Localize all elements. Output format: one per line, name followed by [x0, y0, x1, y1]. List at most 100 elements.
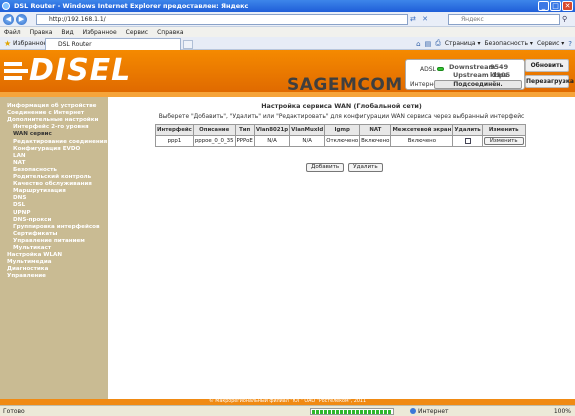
router-page: DISEL SAGEMCOM ADSL Downstream 9549 kbps…	[0, 50, 575, 405]
loading-progress	[310, 408, 394, 415]
delete-button[interactable]: Удалить	[348, 163, 383, 172]
column-header: Igmp	[324, 124, 361, 136]
column-header: Удалить	[452, 124, 483, 136]
minimize-button[interactable]: _	[538, 1, 549, 11]
cell-igmp: Отключено	[324, 135, 361, 147]
tab-dsl-router[interactable]: DSL Router	[45, 38, 181, 50]
ie-icon	[2, 2, 10, 10]
sidebar-item[interactable]: Управление	[7, 273, 46, 279]
sidebar: Информация об устройстве Соединение с Инт…	[0, 97, 108, 399]
sidebar-item[interactable]: DNS-прокси	[13, 217, 51, 223]
sidebar-item[interactable]: Управление питанием	[13, 238, 85, 244]
column-header: VlanMuxId	[289, 124, 326, 136]
forward-arrow-icon[interactable]: ▶	[16, 14, 27, 25]
sidebar-item[interactable]: Информация об устройстве	[7, 103, 96, 109]
menu-help[interactable]: Справка	[157, 29, 183, 36]
status-bar: Готово Интернет 100%	[0, 405, 575, 416]
menu-tools[interactable]: Сервис	[126, 29, 148, 36]
sidebar-item[interactable]: Соединение с Интернет	[7, 110, 84, 116]
cell-vlanmuxid: N/A	[289, 135, 326, 147]
sidebar-item[interactable]: Качество обслуживания	[13, 181, 92, 187]
adsl-label: ADSL	[420, 66, 436, 73]
sidebar-item[interactable]: WAN сервис	[13, 131, 52, 137]
page-title: Настройка сервиса WAN (Глобальной сети)	[261, 102, 422, 110]
feeds-icon[interactable]: ▤	[425, 40, 432, 48]
window-controls: _ □ ✕	[538, 1, 573, 11]
cell-nat: Включено	[359, 135, 392, 147]
sidebar-item[interactable]: Родительский контроль	[13, 174, 91, 180]
home-icon[interactable]: ⌂	[416, 40, 420, 48]
page-menu[interactable]: Страница ▾	[445, 40, 481, 47]
column-header: Тип	[234, 124, 255, 136]
command-bar: ⌂ ▤ ⎙ Страница ▾ Безопасность ▾ Сервис ▾…	[416, 39, 572, 48]
wan-services-table: Интерфейс Описание Тип Vlan8021p VlanMux…	[155, 124, 526, 147]
cell-delete	[452, 135, 483, 147]
window-titlebar: DSL Router - Windows Internet Explorer п…	[0, 0, 575, 12]
search-icon[interactable]: ⚲	[562, 15, 571, 24]
column-header: Интерфейс	[155, 124, 194, 136]
column-header: NAT	[359, 124, 392, 136]
close-button[interactable]: ✕	[562, 1, 573, 11]
cell-description: pppoe_0_0_35	[192, 135, 236, 147]
sidebar-item[interactable]: Маршрутизация	[13, 188, 66, 194]
tools-menu[interactable]: Сервис ▾	[537, 40, 564, 47]
zoom-level[interactable]: 100%	[554, 408, 571, 415]
back-arrow-icon[interactable]: ◀	[3, 14, 14, 25]
sidebar-item[interactable]: Конфигурация EVDO	[13, 146, 80, 152]
menu-favorites[interactable]: Избранное	[83, 29, 117, 36]
add-button[interactable]: Добавить	[306, 163, 345, 172]
connection-state-button[interactable]: Подсоединён.	[434, 80, 522, 89]
logo-stripes	[4, 62, 28, 80]
refresh-stop-icons[interactable]: ⇄ ✕	[410, 15, 430, 23]
sagemcom-brand: SAGEMCOM	[287, 75, 403, 95]
sidebar-item[interactable]: Группировка интерфейсов	[13, 224, 100, 230]
status-text: Готово	[3, 408, 25, 415]
menu-file[interactable]: Файл	[4, 29, 21, 36]
menu-edit[interactable]: Правка	[30, 29, 53, 36]
favorites-button[interactable]: Избранное	[13, 40, 47, 47]
print-icon[interactable]: ⎙	[435, 39, 441, 48]
cell-interface: ppp1	[155, 135, 194, 147]
safety-menu[interactable]: Безопасность ▾	[485, 40, 533, 47]
sidebar-item[interactable]: Дополнительные настройки	[7, 117, 98, 123]
column-header: Изменить	[481, 124, 526, 136]
column-header: Описание	[192, 124, 236, 136]
new-tab-button[interactable]	[183, 40, 193, 49]
help-icon[interactable]: ?	[568, 40, 572, 48]
sidebar-item[interactable]: DNS	[13, 195, 26, 201]
main-content: Настройка сервиса WAN (Глобальной сети) …	[108, 97, 575, 399]
search-input[interactable]: Яндекс	[448, 14, 560, 25]
sidebar-item[interactable]: Сертификаты	[13, 231, 57, 237]
cell-vlan8021p: N/A	[253, 135, 291, 147]
sidebar-item[interactable]: Мультикаст	[13, 245, 51, 251]
sidebar-item[interactable]: Интерфейс 2-го уровня	[13, 124, 89, 130]
menu-bar: Файл Правка Вид Избранное Сервис Справка	[0, 27, 575, 37]
address-bar: ◀ ▶ http://192.168.1.1/ ⇄ ✕ Я Яндекс ⚲	[0, 12, 575, 27]
edit-button[interactable]: Изменить	[483, 137, 524, 145]
sidebar-item[interactable]: Мультимедиа	[7, 259, 52, 265]
star-icon[interactable]: ★	[4, 39, 11, 48]
url-input[interactable]: http://192.168.1.1/	[36, 14, 408, 25]
sidebar-item[interactable]: Безопасность	[13, 167, 57, 173]
sidebar-item[interactable]: Настройка WLAN	[7, 252, 62, 258]
sidebar-item[interactable]: Диагностика	[7, 266, 48, 272]
delete-checkbox[interactable]	[464, 137, 471, 144]
sidebar-item[interactable]: LAN	[13, 153, 26, 159]
reboot-button[interactable]: Перезагрузка	[525, 75, 574, 88]
sidebar-item[interactable]: UPNP	[13, 210, 30, 216]
cell-type: PPPoE	[234, 135, 255, 147]
column-header: Vlan8021p	[253, 124, 291, 136]
disel-logo: DISEL	[4, 56, 131, 86]
sidebar-item[interactable]: Редактирование соединения	[13, 139, 107, 145]
maximize-button[interactable]: □	[550, 1, 561, 11]
sidebar-item[interactable]: NAT	[13, 160, 25, 166]
page-description: Выберете "Добавить", "Удалить" или "Реда…	[158, 114, 525, 120]
sidebar-item[interactable]: DSL	[13, 202, 25, 208]
table-header-row: Интерфейс Описание Тип Vlan8021p VlanMux…	[155, 124, 526, 136]
upstream-label: Upstream	[453, 71, 489, 79]
refresh-button[interactable]: Обновить	[525, 59, 569, 72]
globe-icon	[410, 408, 416, 414]
downstream-label: Downstream	[449, 63, 496, 71]
menu-view[interactable]: Вид	[61, 29, 73, 36]
column-header: Межсетевой экран	[390, 124, 454, 136]
